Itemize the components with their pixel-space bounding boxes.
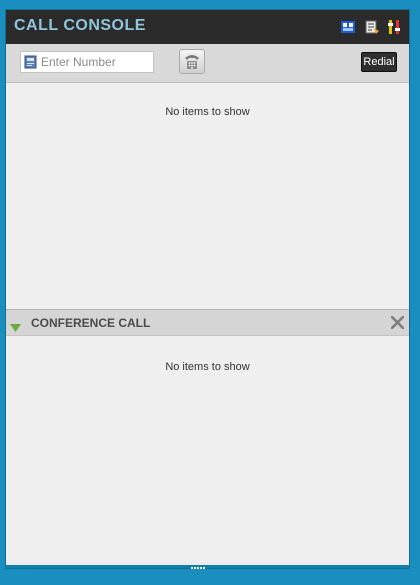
- conference-empty-message: No items to show: [165, 361, 250, 373]
- conference-call-title: CONFERENCE CALL: [31, 316, 151, 330]
- resize-grip-icon[interactable]: [191, 567, 211, 571]
- settings-icon[interactable]: [387, 19, 401, 40]
- directory-icon[interactable]: [24, 55, 38, 74]
- dial-button[interactable]: [179, 49, 205, 74]
- close-icon[interactable]: [390, 315, 405, 334]
- call-console-window: CALL CONSOLE Enter Number Redial No item…: [5, 9, 410, 569]
- title-bar: CALL CONSOLE: [6, 10, 409, 44]
- window-title: CALL CONSOLE: [14, 17, 146, 34]
- contacts-icon[interactable]: [364, 19, 380, 40]
- call-list: No items to show: [6, 83, 409, 309]
- number-field: [20, 51, 154, 73]
- dial-toolbar: Redial: [6, 44, 409, 83]
- conference-call-header[interactable]: CONFERENCE CALL: [6, 309, 409, 336]
- call-list-empty-message: No items to show: [165, 106, 250, 118]
- enter-number-input[interactable]: [41, 52, 151, 72]
- conference-call-list: No items to show: [6, 336, 409, 562]
- expand-arrow-icon[interactable]: [10, 319, 21, 337]
- presence-icon[interactable]: [340, 19, 356, 40]
- redial-button[interactable]: Redial: [361, 52, 397, 72]
- title-icons: [337, 19, 401, 37]
- phone-keypad-icon: [185, 55, 199, 69]
